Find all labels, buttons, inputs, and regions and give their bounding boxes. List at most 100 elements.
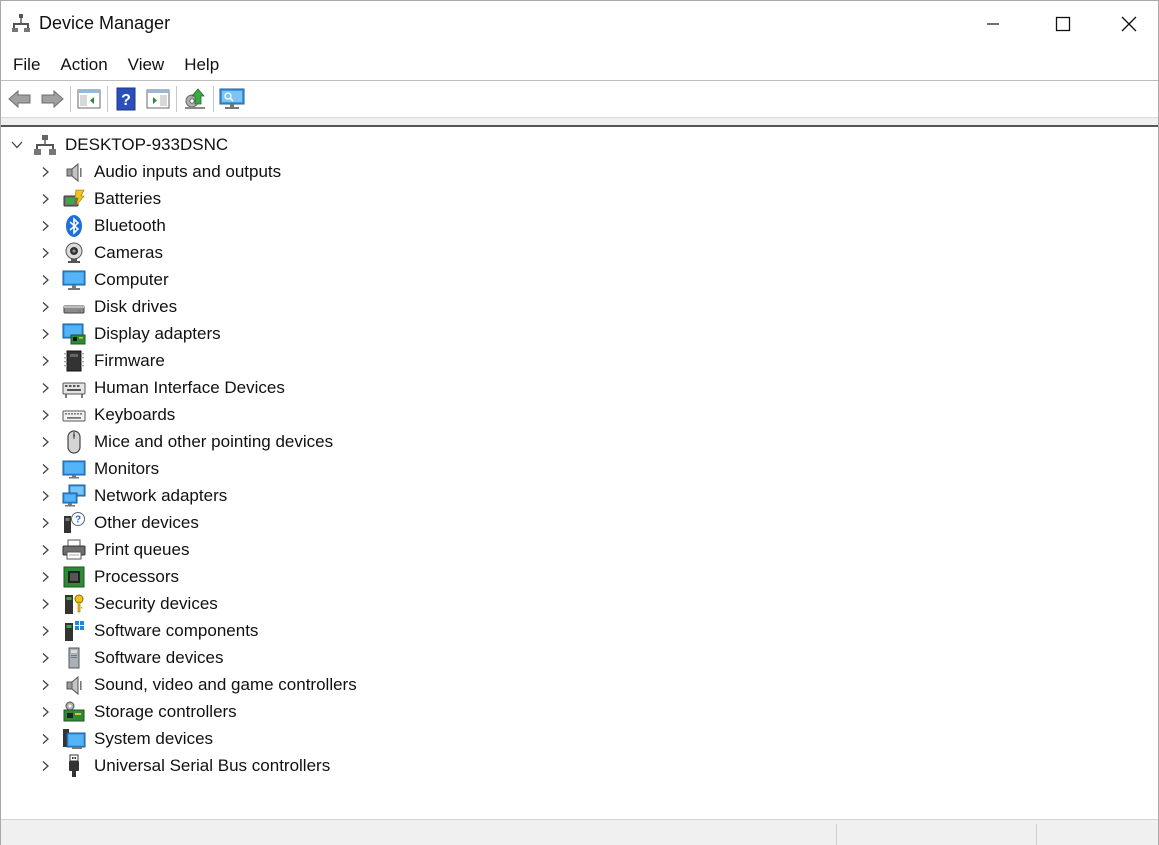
system-devices-icon (62, 727, 86, 751)
tree-top-border (1, 125, 1158, 127)
maximize-button[interactable] (1028, 1, 1098, 47)
menu-help[interactable]: Help (174, 51, 229, 79)
tree-category-node[interactable]: Keyboards (1, 401, 501, 428)
chevron-right-icon[interactable] (39, 382, 51, 394)
chevron-right-icon[interactable] (39, 706, 51, 718)
disk-drive-icon (62, 295, 86, 319)
tree-category-label: Sound, video and game controllers (94, 675, 357, 694)
tree-category-label: Print queues (94, 540, 190, 559)
menu-action[interactable]: Action (50, 51, 117, 79)
chevron-right-icon[interactable] (39, 517, 51, 529)
tree-category-node[interactable]: Batteries (1, 185, 501, 212)
menu-bar: File Action View Help (1, 49, 1158, 80)
tree-category-node[interactable]: Processors (1, 563, 501, 590)
scan-hardware-changes-button[interactable] (216, 84, 248, 114)
chevron-right-icon[interactable] (39, 301, 51, 313)
security-key-icon (62, 592, 86, 616)
tree-category-label: Monitors (94, 459, 160, 478)
menu-file[interactable]: File (3, 51, 50, 79)
tree-category-node[interactable]: Cameras (1, 239, 501, 266)
tree-category-node[interactable]: Software components (1, 617, 501, 644)
tree-category-label: Processors (94, 567, 180, 586)
tree-category-node[interactable]: Firmware (1, 347, 501, 374)
usb-icon (62, 754, 86, 778)
tree-category-node[interactable]: Computer (1, 266, 501, 293)
menu-separator (1, 80, 1158, 81)
tree-category-node[interactable]: Network adapters (1, 482, 501, 509)
device-tree[interactable]: DESKTOP-933DSNC Audio inputs and outputs… (1, 128, 1158, 818)
chevron-down-icon[interactable] (10, 138, 24, 152)
computer-name-label: DESKTOP-933DSNC (65, 135, 229, 154)
tree-category-label: Security devices (94, 594, 218, 613)
tree-category-node[interactable]: Audio inputs and outputs (1, 158, 501, 185)
chevron-right-icon[interactable] (39, 490, 51, 502)
tree-category-node[interactable]: Monitors (1, 455, 501, 482)
chevron-right-icon[interactable] (39, 166, 51, 178)
tree-category-label: Firmware (94, 351, 165, 370)
tree-category-node[interactable]: Security devices (1, 590, 501, 617)
show-action-pane-button[interactable] (142, 84, 174, 114)
tree-category-node[interactable]: ? Other devices (1, 509, 501, 536)
processor-icon (62, 565, 86, 589)
chevron-right-icon[interactable] (39, 463, 51, 475)
tree-category-node[interactable]: Universal Serial Bus controllers (1, 752, 501, 779)
speaker-icon (62, 160, 86, 184)
chevron-right-icon[interactable] (39, 436, 51, 448)
tree-category-label: Bluetooth (94, 216, 166, 235)
chevron-right-icon[interactable] (39, 571, 51, 583)
chevron-right-icon[interactable] (39, 625, 51, 637)
toolbar-separator (70, 86, 71, 112)
tree-category-node[interactable]: Disk drives (1, 293, 501, 320)
chevron-right-icon[interactable] (39, 409, 51, 421)
minimize-button[interactable] (958, 1, 1028, 47)
tree-category-label: Other devices (94, 513, 199, 532)
arrow-left-icon (8, 89, 31, 109)
tree-category-node[interactable]: Mice and other pointing devices (1, 428, 501, 455)
menu-view[interactable]: View (118, 51, 175, 79)
forward-button[interactable] (36, 84, 68, 114)
chevron-right-icon[interactable] (39, 652, 51, 664)
tree-category-label: System devices (94, 729, 214, 748)
tree-category-node[interactable]: Bluetooth (1, 212, 501, 239)
firmware-chip-icon (62, 349, 86, 373)
sound-icon (62, 673, 86, 697)
tree-category-label: Human Interface Devices (94, 378, 285, 397)
software-component-icon (62, 619, 86, 643)
tree-category-node[interactable]: Storage controllers (1, 698, 501, 725)
title-bar[interactable]: Device Manager (1, 1, 1158, 47)
help-button[interactable]: ? (110, 84, 142, 114)
show-hide-console-tree-button[interactable] (73, 84, 105, 114)
chevron-right-icon[interactable] (39, 274, 51, 286)
printer-icon (62, 538, 86, 562)
toolbar-bottom-band (1, 117, 1158, 125)
chevron-right-icon[interactable] (39, 544, 51, 556)
camera-icon (62, 241, 86, 265)
software-device-icon (62, 646, 86, 670)
tree-root-node[interactable]: DESKTOP-933DSNC (1, 131, 401, 158)
close-button[interactable] (1098, 1, 1159, 47)
status-bar (1, 819, 1158, 845)
chevron-right-icon[interactable] (39, 733, 51, 745)
tree-category-node[interactable]: Human Interface Devices (1, 374, 501, 401)
network-adapter-icon (62, 484, 86, 508)
chevron-right-icon[interactable] (39, 598, 51, 610)
chevron-right-icon[interactable] (39, 220, 51, 232)
chevron-right-icon[interactable] (39, 679, 51, 691)
chevron-right-icon[interactable] (39, 247, 51, 259)
chevron-right-icon[interactable] (39, 355, 51, 367)
update-driver-icon (185, 88, 205, 109)
tree-category-label: Storage controllers (94, 702, 237, 721)
tree-category-node[interactable]: Sound, video and game controllers (1, 671, 501, 698)
tree-category-node[interactable]: Software devices (1, 644, 501, 671)
update-driver-button[interactable] (179, 84, 211, 114)
tree-category-node[interactable]: Display adapters (1, 320, 501, 347)
tree-category-node[interactable]: System devices (1, 725, 501, 752)
svg-text:?: ? (121, 92, 131, 109)
chevron-right-icon[interactable] (39, 193, 51, 205)
tree-category-node[interactable]: Print queues (1, 536, 501, 563)
chevron-right-icon[interactable] (39, 760, 51, 772)
hid-keyboard-icon (62, 376, 86, 400)
back-button[interactable] (4, 84, 36, 114)
status-separator (1036, 824, 1037, 845)
chevron-right-icon[interactable] (39, 328, 51, 340)
